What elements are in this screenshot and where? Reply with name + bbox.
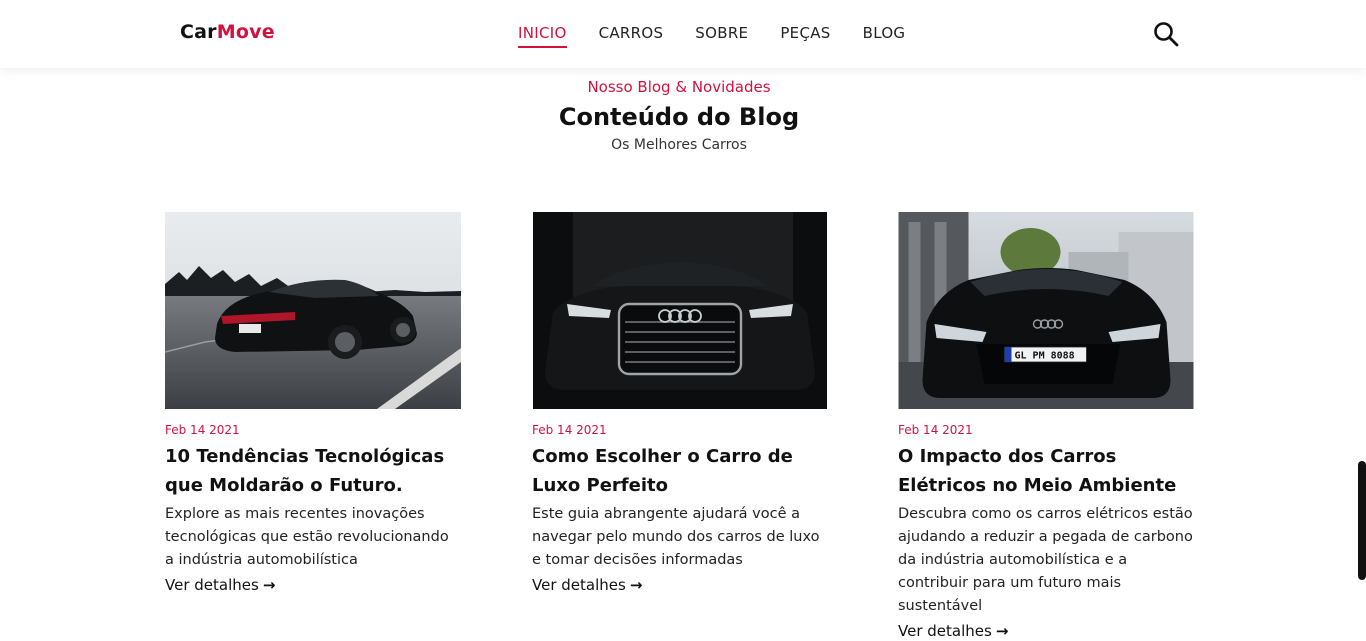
nav-item-inicio[interactable]: INICIO bbox=[518, 24, 567, 48]
card-description: Descubra como os carros elétricos estão … bbox=[898, 506, 1193, 614]
card-details-label: Ver detalhes bbox=[898, 622, 992, 640]
card-title[interactable]: 10 Tendências Tecnológicas que Moldarão … bbox=[165, 442, 461, 500]
search-icon bbox=[1154, 22, 1179, 47]
arrow-right-icon: → bbox=[629, 576, 643, 594]
card-details-label: Ver detalhes bbox=[532, 576, 626, 594]
nav-item-sobre[interactable]: SOBRE bbox=[695, 24, 748, 48]
section-title: Conteúdo do Blog bbox=[558, 103, 800, 131]
page-scrollbar[interactable] bbox=[1358, 461, 1366, 580]
blog-card: Feb 14 2021 Como Escolher o Carro de Lux… bbox=[532, 212, 828, 594]
card-details-link[interactable]: Ver detalhes → bbox=[898, 622, 1008, 640]
section-eyebrow: Nosso Blog & Novidades bbox=[587, 78, 771, 96]
card-title[interactable]: O Impacto dos Carros Elétricos no Meio A… bbox=[898, 442, 1194, 500]
main-nav: INICIO CARROS SOBRE PEÇAS BLOG bbox=[518, 24, 937, 48]
blog-card-image[interactable] bbox=[532, 212, 828, 409]
blog-card-image[interactable] bbox=[165, 212, 461, 409]
card-details-label: Ver detalhes bbox=[165, 576, 259, 594]
card-description: Explore as mais recentes inovações tecno… bbox=[165, 506, 449, 568]
card-title[interactable]: Como Escolher o Carro de Luxo Perfeito bbox=[532, 442, 828, 500]
blog-section-header: Nosso Blog & Novidades Conteúdo do Blog … bbox=[0, 78, 1358, 153]
card-description: Este guia abrangente ajudará você a nave… bbox=[532, 506, 820, 568]
license-plate-text: GL PM 8088 bbox=[1015, 351, 1075, 362]
nav-item-blog[interactable]: BLOG bbox=[863, 24, 906, 48]
nav-item-pecas[interactable]: PEÇAS bbox=[780, 24, 830, 48]
blog-card-image[interactable]: GL PM 8088 bbox=[898, 212, 1194, 409]
nav-item-carros[interactable]: CARROS bbox=[599, 24, 664, 48]
section-subtitle: Os Melhores Carros bbox=[611, 137, 747, 153]
arrow-right-icon: → bbox=[995, 622, 1009, 640]
logo[interactable]: CarMove bbox=[180, 21, 275, 43]
card-details-link[interactable]: Ver detalhes → bbox=[532, 576, 642, 594]
card-date: Feb 14 2021 bbox=[532, 423, 607, 437]
card-date: Feb 14 2021 bbox=[165, 423, 240, 437]
arrow-right-icon: → bbox=[262, 576, 276, 594]
blog-card: GL PM 8088 Feb 14 2021 O Impacto dos Car… bbox=[898, 212, 1194, 640]
search-button[interactable] bbox=[1153, 21, 1179, 47]
card-date: Feb 14 2021 bbox=[898, 423, 973, 437]
blog-card: Feb 14 2021 10 Tendências Tecnológicas q… bbox=[165, 212, 461, 594]
card-details-link[interactable]: Ver detalhes → bbox=[165, 576, 275, 594]
site-header: CarMove INICIO CARROS SOBRE PEÇAS BLOG bbox=[0, 0, 1366, 68]
